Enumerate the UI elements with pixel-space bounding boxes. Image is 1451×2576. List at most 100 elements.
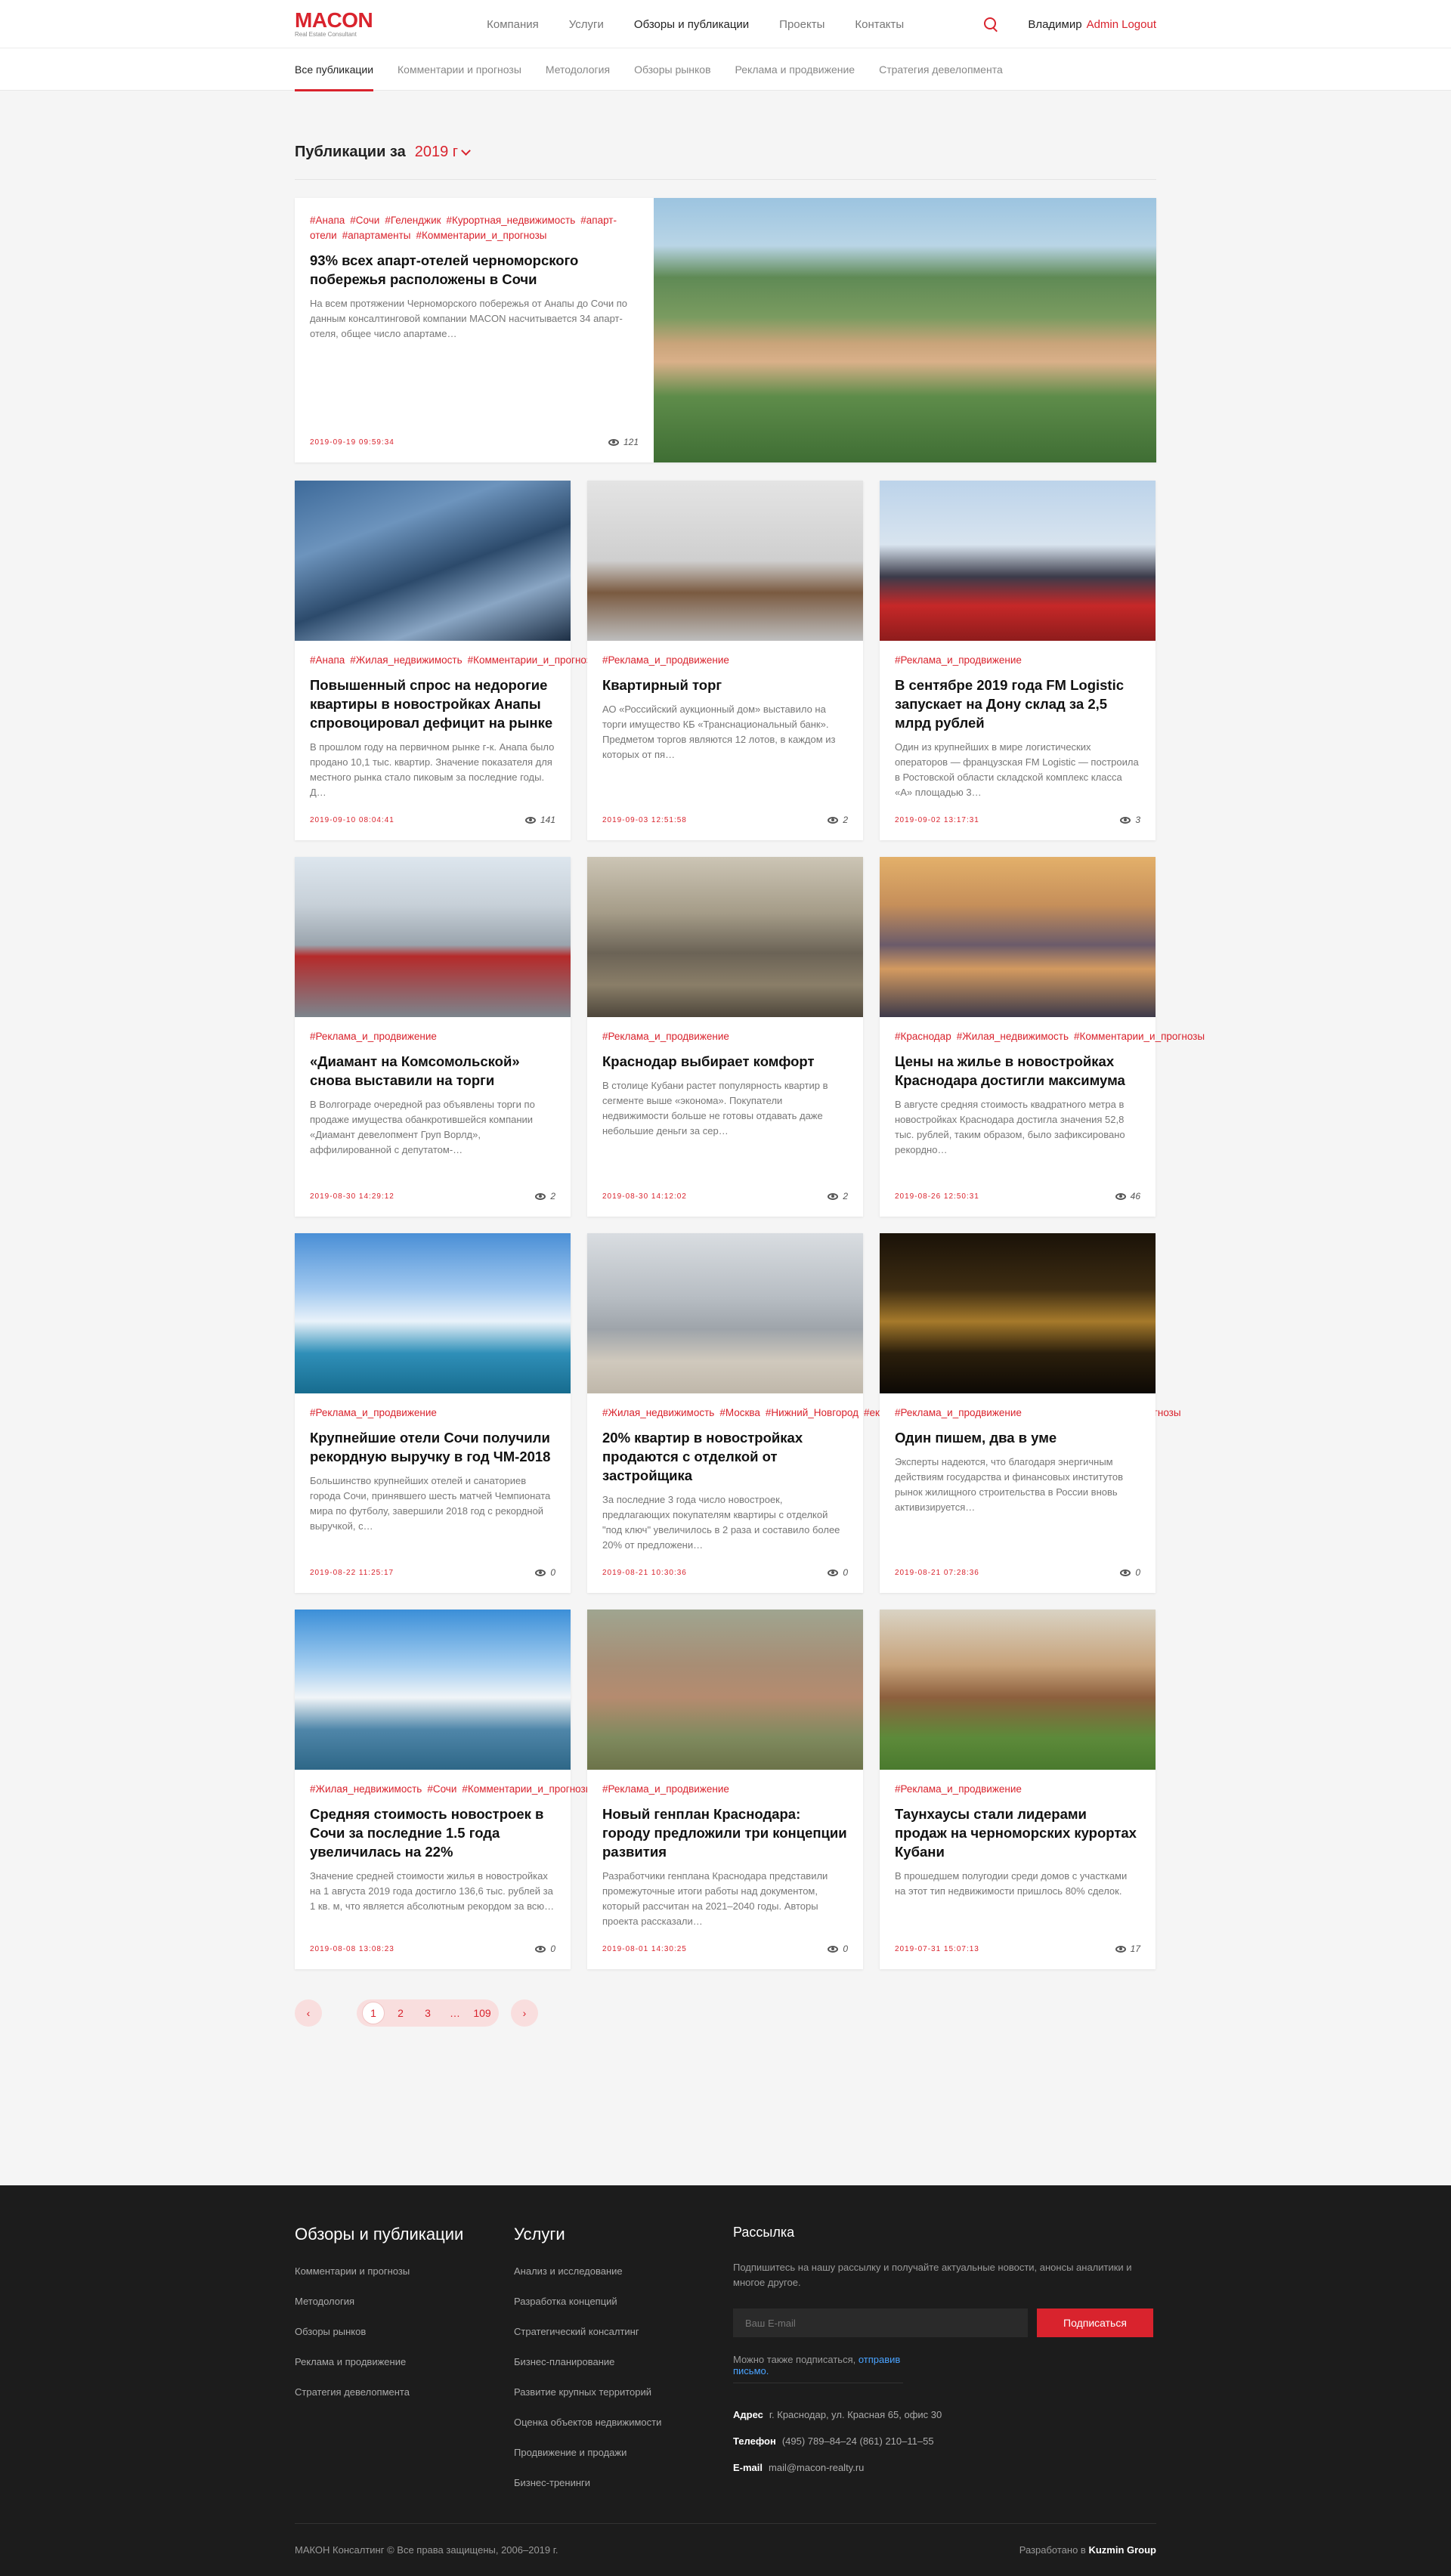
publication-title[interactable]: «Диамант на Комсомольской» снова выстави… [310, 1052, 555, 1090]
publication-title[interactable]: Средняя стоимость новостроек в Сочи за п… [310, 1804, 555, 1861]
featured-title[interactable]: 93% всех апарт-отелей черноморского побе… [310, 251, 639, 289]
footer-link[interactable]: Анализ и исследование [514, 2265, 733, 2277]
publication-card[interactable]: #Реклама_и_продвижение В сентябре 2019 го… [880, 481, 1156, 840]
logo[interactable]: MACON Real Estate Consultant [295, 10, 476, 39]
tag[interactable]: #Реклама_и_продвижение [602, 654, 729, 666]
footer-link[interactable]: Оценка объектов недвижимости [514, 2417, 733, 2428]
publication-title[interactable]: Один пишем, два в уме [895, 1428, 1140, 1447]
nav-publications[interactable]: Обзоры и публикации [634, 18, 749, 31]
publication-title[interactable]: Квартирный торг [602, 676, 848, 694]
publication-card[interactable]: #Жилая_недвижимость #Сочи #Комментарии_и_п… [295, 1610, 592, 1969]
publication-title[interactable]: Крупнейшие отели Сочи получили рекордную… [310, 1428, 555, 1466]
tag[interactable]: #Курортная_недвижимость [447, 215, 576, 226]
tag[interactable]: #Жилая_недвижимость [350, 654, 462, 666]
footer-link[interactable]: Реклама и продвижение [295, 2356, 514, 2367]
year-select[interactable]: 2019 г [415, 144, 471, 161]
tag[interactable]: #Реклама_и_продвижение [602, 1783, 729, 1795]
tag[interactable]: #Анапа [310, 215, 345, 226]
publication-title[interactable]: Повышенный спрос на недорогие квартиры в… [310, 676, 555, 732]
publication-image[interactable] [295, 481, 571, 641]
publication-card[interactable]: #Реклама_и_продвижение Краснодар выбирает… [587, 857, 863, 1217]
featured-card[interactable]: #Анапа #Сочи #Геленджик #Курортная_недвижим… [295, 198, 1156, 462]
page-1[interactable]: 1 [362, 2002, 385, 2024]
publication-title[interactable]: В сентябре 2019 года FM Logistic запуска… [895, 676, 1140, 732]
page-last[interactable]: 109 [469, 1999, 496, 2027]
footer-link[interactable]: Стратегия девелопмента [295, 2386, 514, 2398]
footer-link[interactable]: Разработка концепций [514, 2296, 733, 2307]
publication-card[interactable]: #Реклама_и_продвижение «Диамант на Комсом… [295, 857, 571, 1217]
publication-title[interactable]: Цены на жилье в новостройках Краснодара … [895, 1052, 1140, 1090]
next-page-button[interactable]: › [511, 1999, 538, 2027]
tag[interactable]: #Геленджик [385, 215, 441, 226]
tab-advertising[interactable]: Реклама и продвижение [735, 48, 855, 91]
nav-company[interactable]: Компания [487, 18, 539, 31]
tag[interactable]: #Краснодар [895, 1031, 951, 1042]
footer-link[interactable]: Бизнес-планирование [514, 2356, 733, 2367]
tag[interactable]: #Анапа [310, 654, 345, 666]
publication-image[interactable] [587, 857, 863, 1017]
tag[interactable]: #Жилая_недвижимость [310, 1783, 422, 1795]
prev-page-button[interactable]: ‹ [295, 1999, 322, 2027]
footer-link[interactable]: Развитие крупных территорий [514, 2386, 733, 2398]
tag[interactable]: #Реклама_и_продвижение [895, 654, 1022, 666]
tag[interactable]: #Москва [719, 1407, 760, 1418]
footer-link[interactable]: Бизнес-тренинги [514, 2477, 733, 2488]
publication-title[interactable]: Таунхаусы стали лидерами продаж на черно… [895, 1804, 1140, 1861]
tag[interactable]: #Жилая_недвижимость [602, 1407, 714, 1418]
footer-link[interactable]: Комментарии и прогнозы [295, 2265, 514, 2277]
admin-link[interactable]: Admin [1087, 18, 1119, 31]
tag[interactable]: #Сочи [350, 215, 379, 226]
publication-card[interactable]: #Жилая_недвижимость #Москва #Нижний_Новгор… [587, 1233, 1181, 1593]
footer-link[interactable]: Методология [295, 2296, 514, 2307]
tag[interactable]: #апартаменты [342, 230, 411, 241]
tab-reviews[interactable]: Обзоры рынков [634, 48, 710, 91]
publication-image[interactable] [587, 1233, 863, 1393]
publication-image[interactable] [587, 481, 863, 641]
page-2[interactable]: 2 [387, 1999, 414, 2027]
publication-image[interactable] [880, 1233, 1156, 1393]
publication-image[interactable] [295, 857, 571, 1017]
developer-link[interactable]: Kuzmin Group [1088, 2544, 1156, 2556]
publication-card[interactable]: #Реклама_и_продвижение Новый генплан Крас… [587, 1610, 863, 1969]
featured-image[interactable] [654, 198, 1156, 462]
publication-title[interactable]: Краснодар выбирает комфорт [602, 1052, 848, 1071]
publication-image[interactable] [880, 1610, 1156, 1770]
tag[interactable]: #Нижний_Новгород [766, 1407, 859, 1418]
publication-title[interactable]: 20% квартир в новостройках продаются с о… [602, 1428, 848, 1485]
tag[interactable]: #Комментарии_и_прогнозы [1074, 1031, 1205, 1042]
publication-image[interactable] [295, 1233, 571, 1393]
tag[interactable]: #Реклама_и_продвижение [895, 1407, 1022, 1418]
tab-strategy[interactable]: Стратегия девелопмента [879, 48, 1003, 91]
nav-contacts[interactable]: Контакты [855, 18, 904, 31]
subscribe-button[interactable]: Подписаться [1037, 2309, 1153, 2337]
tab-methodology[interactable]: Методология [546, 48, 610, 91]
tab-all[interactable]: Все публикации [295, 48, 374, 91]
tag[interactable]: #Комментарии_и_прогнозы [416, 230, 546, 241]
publication-image[interactable] [295, 1610, 571, 1770]
publication-card[interactable]: #Краснодар #Жилая_недвижимость #Комментари… [880, 857, 1205, 1217]
publication-image[interactable] [587, 1610, 863, 1770]
tab-comments[interactable]: Комментарии и прогнозы [398, 48, 521, 91]
nav-services[interactable]: Услуги [569, 18, 604, 31]
tag[interactable]: #Комментарии_и_прогнозы [468, 654, 599, 666]
tag[interactable]: #Реклама_и_продвижение [602, 1031, 729, 1042]
publication-card[interactable]: #Реклама_и_продвижение Квартирный торг АО … [587, 481, 863, 840]
publication-title[interactable]: Новый генплан Краснодара: городу предлож… [602, 1804, 848, 1861]
nav-projects[interactable]: Проекты [779, 18, 825, 31]
tag[interactable]: #Сочи [427, 1783, 456, 1795]
tag[interactable]: #Комментарии_и_прогнозы [462, 1783, 592, 1795]
publication-card[interactable]: #Анапа #Жилая_недвижимость #Комментарии_и_… [295, 481, 599, 840]
footer-link[interactable]: Продвижение и продажи [514, 2447, 733, 2458]
email-value[interactable]: mail@macon-realty.ru [769, 2462, 864, 2473]
footer-link[interactable]: Стратегический консалтинг [514, 2326, 733, 2337]
tag[interactable]: #Реклама_и_продвижение [310, 1031, 437, 1042]
phone-value[interactable]: (495) 789–84–24 (861) 210–11–55 [782, 2435, 934, 2447]
publication-card[interactable]: #Реклама_и_продвижение Один пишем, два в … [880, 1233, 1156, 1593]
page-3[interactable]: 3 [414, 1999, 441, 2027]
tag[interactable]: #Реклама_и_продвижение [310, 1407, 437, 1418]
footer-link[interactable]: Обзоры рынков [295, 2326, 514, 2337]
publication-image[interactable] [880, 481, 1156, 641]
tag[interactable]: #Реклама_и_продвижение [895, 1783, 1022, 1795]
email-field[interactable] [733, 2309, 1028, 2337]
tag[interactable]: #Жилая_недвижимость [957, 1031, 1069, 1042]
